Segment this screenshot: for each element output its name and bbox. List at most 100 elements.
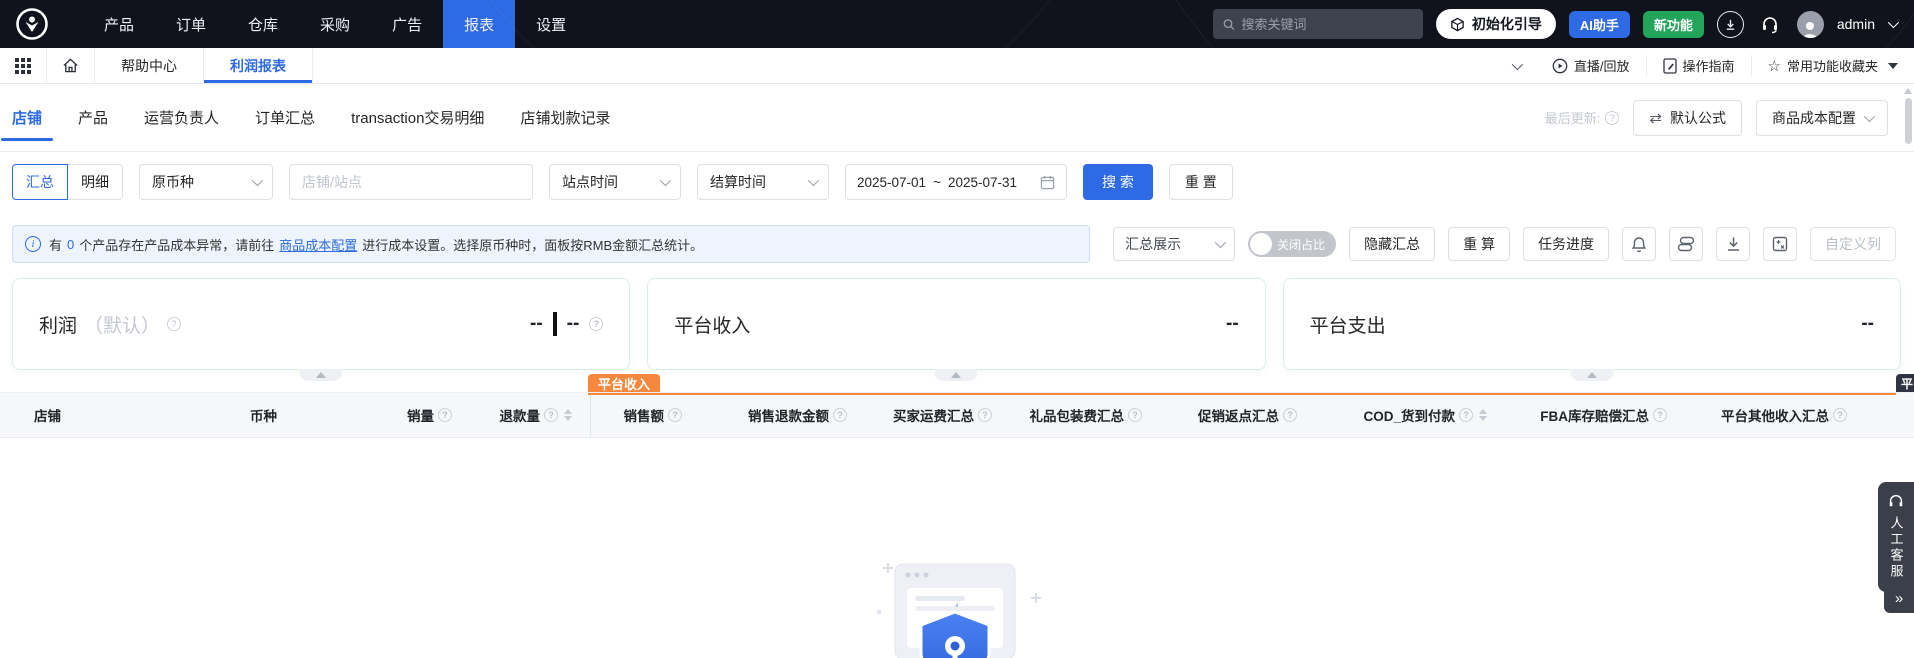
recalculate-button[interactable]: 重 算 (1448, 227, 1510, 261)
card-collapse-handle[interactable] (1571, 369, 1613, 381)
menu-item-purchase[interactable]: 采购 (299, 0, 371, 48)
summary-display-select[interactable]: 汇总展示 (1113, 227, 1235, 261)
service-expand-button[interactable]: » (1884, 583, 1914, 613)
card-collapse-handle[interactable] (300, 369, 342, 381)
cost-config-dropdown[interactable]: 商品成本配置 (1756, 100, 1888, 136)
global-search-input[interactable] (1242, 17, 1413, 32)
grid-icon (15, 58, 31, 74)
display-settings-button[interactable] (1669, 227, 1703, 261)
summary-detail-segment: 汇总 明细 (12, 164, 123, 200)
col-header-refund-qty[interactable]: 退款量 (470, 393, 590, 437)
site-time-select[interactable]: 站点时间 (549, 164, 681, 200)
global-search[interactable] (1213, 9, 1423, 39)
col-label: 退款量 (500, 405, 541, 425)
tab-shop-transfer-record[interactable]: 店铺划款记录 (520, 84, 610, 151)
hide-summary-button[interactable]: 隐藏汇总 (1349, 227, 1435, 261)
notification-bell-button[interactable] (1622, 227, 1656, 261)
col-header-fba-compensation[interactable]: FBA库存赔偿汇总 (1505, 393, 1685, 437)
profit-card-title: 利润 （默认） (39, 311, 181, 338)
default-formula-button[interactable]: ⇄ 默认公式 (1633, 100, 1742, 136)
tab-shop[interactable]: 店铺 (12, 84, 42, 151)
col-header-other-platform-income[interactable]: 平台其他收入汇总 (1685, 393, 1865, 437)
help-icon[interactable] (978, 408, 992, 422)
tab-transaction-detail[interactable]: transaction交易明细 (351, 84, 484, 151)
tab-order-summary[interactable]: 订单汇总 (255, 84, 315, 151)
shop-site-input[interactable] (289, 164, 533, 200)
app-logo-icon[interactable] (15, 7, 49, 41)
help-icon[interactable] (1833, 408, 1847, 422)
scrollbar-up-arrow[interactable] (1904, 88, 1912, 94)
help-icon[interactable] (1459, 408, 1473, 422)
summary-segment-button[interactable]: 汇总 (12, 164, 68, 200)
user-menu-chevron-icon[interactable] (1888, 17, 1899, 28)
sort-control[interactable] (564, 409, 572, 421)
table-config-button[interactable] (1763, 227, 1797, 261)
help-icon[interactable] (668, 408, 682, 422)
date-range-picker[interactable]: 2025-07-01 ~ 2025-07-31 (845, 164, 1067, 200)
support-headset-button[interactable] (1757, 11, 1784, 38)
new-feature-button[interactable]: 新功能 (1643, 11, 1704, 38)
help-icon[interactable] (833, 408, 847, 422)
platform-expense-title-text: 平台支出 (1310, 311, 1386, 338)
help-icon[interactable] (1605, 111, 1619, 125)
home-button[interactable] (47, 48, 95, 83)
alert-count: 0 (67, 237, 74, 252)
col-header-promo-rebate[interactable]: 促销返点汇总 (1160, 393, 1315, 437)
detail-segment-button[interactable]: 明细 (67, 164, 123, 200)
col-label: 礼品包装费汇总 (1030, 405, 1125, 425)
help-icon[interactable] (1653, 408, 1667, 422)
tabs-collapse-chevron[interactable] (1496, 48, 1536, 83)
tab-profit-report[interactable]: 利润报表 (204, 48, 313, 83)
scrollbar-thumb[interactable] (1905, 98, 1912, 144)
col-header-cod[interactable]: COD_货到付款 (1315, 393, 1505, 437)
col-header-sales-refund[interactable]: 销售退款金额 (700, 393, 865, 437)
card-collapse-handle[interactable] (935, 369, 977, 381)
download-center-button[interactable] (1717, 11, 1744, 38)
operation-guide-label: 操作指南 (1683, 56, 1735, 75)
cost-config-link[interactable]: 商品成本配置 (279, 235, 357, 254)
custom-columns-button[interactable]: 自定义列 (1810, 227, 1896, 261)
help-icon[interactable] (544, 408, 558, 422)
tab-operation-manager[interactable]: 运营负责人 (144, 84, 219, 151)
help-icon[interactable] (589, 317, 603, 331)
help-icon[interactable] (167, 317, 181, 331)
menu-item-settings[interactable]: 设置 (515, 0, 587, 48)
page-scrollbar[interactable] (1904, 88, 1912, 144)
operation-guide-link[interactable]: 操作指南 (1647, 48, 1751, 83)
menu-item-products[interactable]: 产品 (83, 0, 155, 48)
help-icon[interactable] (1283, 408, 1297, 422)
currency-select[interactable]: 原币种 (139, 164, 273, 200)
search-button[interactable]: 搜 索 (1083, 164, 1153, 200)
reset-button[interactable]: 重 置 (1169, 164, 1233, 200)
settlement-time-select[interactable]: 结算时间 (697, 164, 829, 200)
tab-product[interactable]: 产品 (78, 84, 108, 151)
ratio-toggle[interactable]: 关闭占比 (1248, 231, 1336, 257)
task-progress-button[interactable]: 任务进度 (1523, 227, 1609, 261)
username-label[interactable]: admin (1837, 16, 1875, 32)
menu-item-warehouse[interactable]: 仓库 (227, 0, 299, 48)
menu-item-reports[interactable]: 报表 (443, 0, 515, 48)
empty-state-illustration (855, 554, 1055, 658)
col-header-currency[interactable]: 币种 (250, 393, 365, 437)
export-download-button[interactable] (1716, 227, 1750, 261)
init-guide-button[interactable]: 初始化引导 (1436, 9, 1556, 39)
user-avatar[interactable] (1797, 11, 1824, 38)
tab-help-center[interactable]: 帮助中心 (95, 48, 204, 83)
headset-icon (1760, 14, 1780, 34)
default-formula-label: 默认公式 (1670, 108, 1726, 128)
col-header-shop[interactable]: 店铺 (0, 393, 250, 437)
menu-item-ads[interactable]: 广告 (371, 0, 443, 48)
live-replay-link[interactable]: 直播/回放 (1536, 48, 1646, 83)
help-icon[interactable] (438, 408, 452, 422)
ai-assistant-button[interactable]: AI助手 (1569, 11, 1630, 38)
menu-item-orders[interactable]: 订单 (155, 0, 227, 48)
sort-control[interactable] (1479, 409, 1487, 421)
customer-service-panel[interactable]: 人工客服 (1878, 482, 1914, 592)
col-header-sales-qty[interactable]: 销量 (365, 393, 470, 437)
favorites-link[interactable]: ☆ 常用功能收藏夹 (1752, 48, 1914, 83)
col-header-gift-wrap[interactable]: 礼品包装费汇总 (1010, 393, 1160, 437)
help-icon[interactable] (1128, 408, 1142, 422)
col-header-buyer-shipping[interactable]: 买家运费汇总 (865, 393, 1010, 437)
col-header-sales-amount[interactable]: 销售额 (590, 393, 700, 437)
apps-grid-button[interactable] (0, 48, 47, 83)
